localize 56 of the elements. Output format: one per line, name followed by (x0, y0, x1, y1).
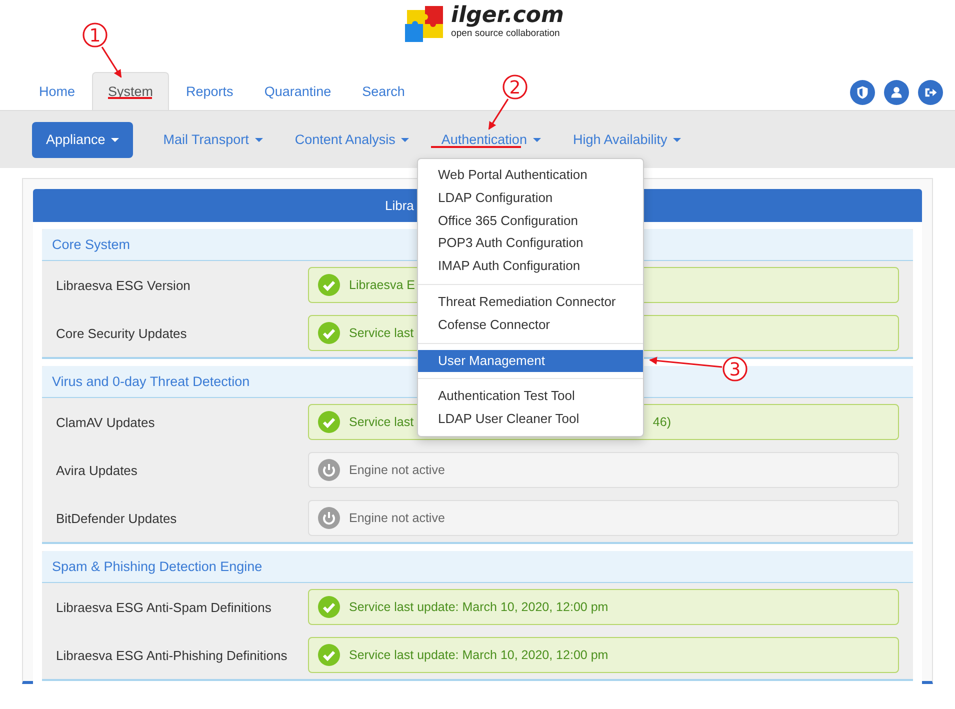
check-icon (318, 411, 340, 433)
menu-item[interactable]: User Management (418, 350, 643, 372)
power-icon (318, 507, 340, 529)
caret-icon (111, 138, 120, 142)
menu-button[interactable]: Appliance (32, 122, 134, 158)
menu-item[interactable]: LDAP User Cleaner Tool (418, 408, 643, 431)
nav-tab[interactable]: Search (348, 72, 419, 110)
status-text: Service last update: March 10, 2020, 12:00 pm (349, 600, 608, 614)
menu-item[interactable]: Threat Remediation Connector (418, 290, 643, 314)
check-icon (318, 596, 340, 618)
row-label: Libraesva ESG Anti-Spam Definitions (56, 600, 272, 614)
callout-number: 1 (82, 22, 108, 48)
menu-item[interactable]: Web Portal Authentication (418, 164, 643, 187)
row-label: Avira Updates (56, 462, 138, 478)
callout-number: 3 (722, 356, 748, 382)
menu-item[interactable]: POP3 Auth Configuration (418, 232, 643, 256)
check-icon (318, 322, 340, 344)
check-icon (318, 274, 340, 296)
nav-tab[interactable]: Home (25, 72, 90, 110)
sign-out-icon[interactable] (918, 80, 943, 104)
check-icon (318, 644, 340, 666)
nav-tab[interactable]: System (92, 72, 170, 110)
power-icon (318, 459, 340, 481)
row-label: Libraesva ESG Version (56, 278, 192, 292)
status-text: Libraesva E (349, 278, 416, 292)
menu-button[interactable]: High Availability (562, 122, 692, 158)
user-icon[interactable] (884, 80, 909, 104)
menu-button[interactable]: Mail Transport (153, 122, 273, 158)
menu-item[interactable]: Cofense Connector (418, 314, 643, 337)
caret-icon (254, 138, 263, 142)
menu-button[interactable]: Content Analysis (284, 122, 420, 158)
row-label: Core Security Updates (56, 326, 188, 340)
menu-item[interactable]: LDAP Configuration (418, 186, 643, 210)
status-text: Engine not active (349, 511, 445, 525)
nav-tab[interactable]: Reports (172, 72, 248, 110)
shield-icon[interactable] (850, 80, 875, 104)
status-text: Engine not active (349, 463, 445, 477)
nav-tab[interactable]: Quarantine (250, 72, 346, 110)
status-text: Service last (349, 415, 414, 429)
status-text: 46) (652, 415, 671, 429)
row-label: Libraesva ESG Anti-Phishing Definitions (56, 648, 288, 662)
caret-icon (673, 138, 682, 142)
callout-number: 2 (502, 74, 528, 100)
callout-arrow (488, 98, 509, 130)
status-text: Service last (349, 326, 414, 340)
logo-name: ilger.com (451, 4, 564, 28)
menu-button[interactable]: Authentication (431, 122, 551, 158)
callout-arrow (101, 46, 122, 78)
underline (108, 97, 152, 99)
row-label: ClamAV Updates (56, 414, 156, 430)
status-text: Service last update: March 10, 2020, 12:00 pm (349, 648, 608, 662)
caret-icon (401, 138, 410, 142)
row-label: BitDefender Updates (56, 510, 178, 526)
section-heading: Spam & Phishing Detection Engine (42, 551, 913, 583)
caret-icon (532, 138, 541, 142)
logo-tagline: open source collaboration (451, 28, 561, 39)
